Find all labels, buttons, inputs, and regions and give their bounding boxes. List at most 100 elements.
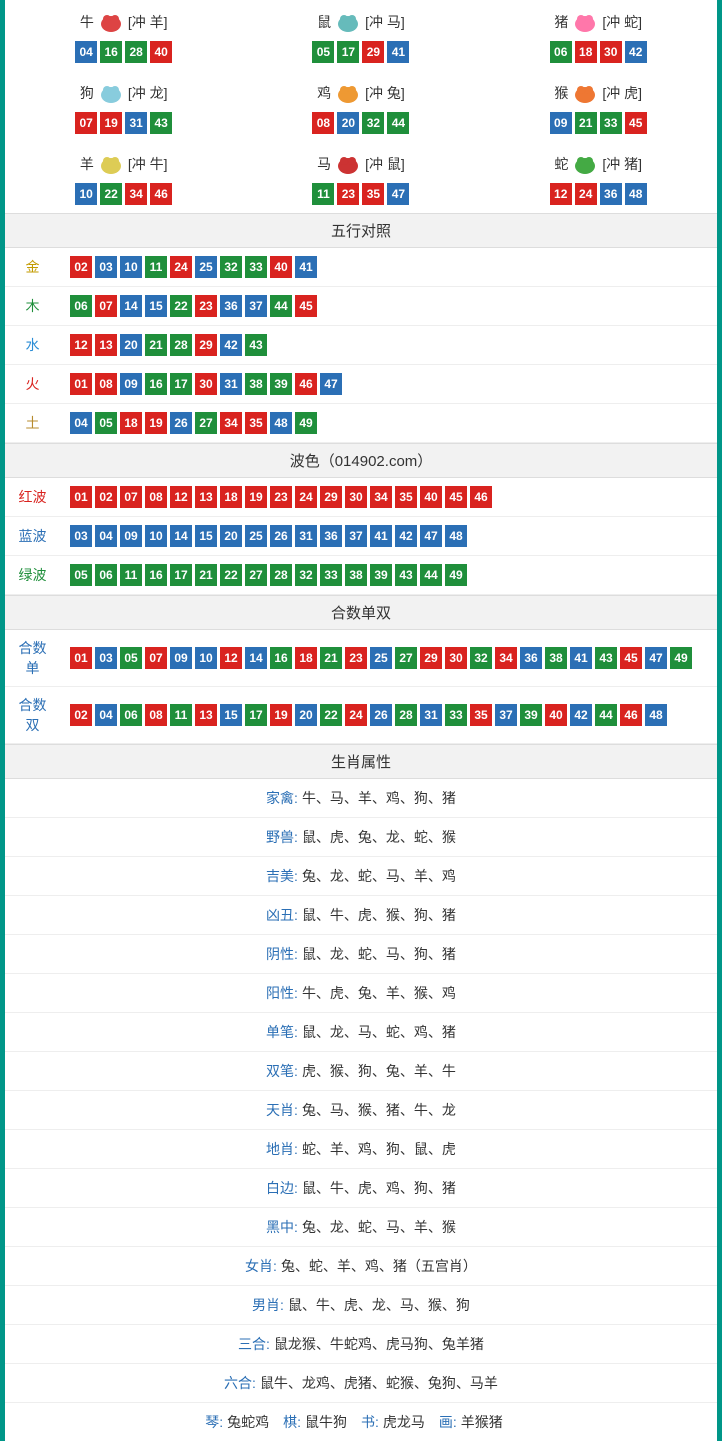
number-badge: 10 bbox=[75, 183, 97, 205]
number-badge: 21 bbox=[145, 334, 167, 356]
attr-row: 天肖:兔、马、猴、猪、牛、龙 bbox=[5, 1091, 717, 1130]
zodiac-icon bbox=[570, 81, 600, 105]
attr-row: 黑中:兔、龙、蛇、马、羊、猴 bbox=[5, 1208, 717, 1247]
row-numbers: 1213202128294243 bbox=[60, 326, 717, 365]
number-badge: 44 bbox=[595, 704, 617, 726]
number-badge: 39 bbox=[270, 373, 292, 395]
row-label: 火 bbox=[5, 365, 60, 404]
zodiac-cell: 猪[冲 蛇]06183042 bbox=[480, 0, 717, 71]
number-badge: 13 bbox=[195, 704, 217, 726]
number-badge: 43 bbox=[150, 112, 172, 134]
row-numbers: 05061116172122272832333839434449 bbox=[60, 556, 717, 595]
number-badge: 18 bbox=[295, 647, 317, 669]
number-badge: 27 bbox=[245, 564, 267, 586]
attr-label: 吉美: bbox=[266, 868, 298, 884]
number-badge: 09 bbox=[170, 647, 192, 669]
number-badge: 09 bbox=[120, 525, 142, 547]
attr-row: 女肖:兔、蛇、羊、鸡、猪（五宫肖） bbox=[5, 1247, 717, 1286]
number-badge: 14 bbox=[120, 295, 142, 317]
number-badge: 40 bbox=[420, 486, 442, 508]
number-badge: 29 bbox=[320, 486, 342, 508]
number-badge: 06 bbox=[550, 41, 572, 63]
number-badge: 22 bbox=[220, 564, 242, 586]
number-badge: 42 bbox=[625, 41, 647, 63]
row-label: 红波 bbox=[5, 478, 60, 517]
number-badge: 29 bbox=[362, 41, 384, 63]
number-badge: 35 bbox=[395, 486, 417, 508]
zodiac-name: 狗 bbox=[80, 83, 94, 103]
attr-label: 单笔: bbox=[266, 1024, 298, 1040]
attr-row: 双笔:虎、猴、狗、兔、羊、牛 bbox=[5, 1052, 717, 1091]
number-badge: 29 bbox=[195, 334, 217, 356]
number-badge: 25 bbox=[195, 256, 217, 278]
number-badge: 32 bbox=[362, 112, 384, 134]
attr-label: 黑中: bbox=[266, 1219, 298, 1235]
number-badge: 19 bbox=[270, 704, 292, 726]
row-numbers: 0204060811131517192022242628313335373940… bbox=[60, 687, 717, 744]
attr-row: 男肖:鼠、牛、虎、龙、马、猴、狗 bbox=[5, 1286, 717, 1325]
attr-row: 地肖:蛇、羊、鸡、狗、鼠、虎 bbox=[5, 1130, 717, 1169]
attr-label: 双笔: bbox=[266, 1063, 298, 1079]
number-badge: 34 bbox=[125, 183, 147, 205]
number-badge: 35 bbox=[245, 412, 267, 434]
number-badge: 43 bbox=[595, 647, 617, 669]
number-badge: 40 bbox=[545, 704, 567, 726]
number-badge: 41 bbox=[295, 256, 317, 278]
number-badge: 24 bbox=[170, 256, 192, 278]
number-badge: 03 bbox=[70, 525, 92, 547]
number-badge: 17 bbox=[245, 704, 267, 726]
zodiac-icon bbox=[333, 152, 363, 176]
number-badge: 25 bbox=[245, 525, 267, 547]
number-badge: 43 bbox=[395, 564, 417, 586]
number-badge: 20 bbox=[337, 112, 359, 134]
row-label: 水 bbox=[5, 326, 60, 365]
number-badge: 26 bbox=[170, 412, 192, 434]
row-numbers: 0102070812131819232429303435404546 bbox=[60, 478, 717, 517]
attr-row: 白边:鼠、牛、虎、鸡、狗、猪 bbox=[5, 1169, 717, 1208]
attr-label: 凶丑: bbox=[266, 907, 298, 923]
attr-row: 六合:鼠牛、龙鸡、虎猪、蛇猴、兔狗、马羊 bbox=[5, 1364, 717, 1403]
attrs-list: 家禽:牛、马、羊、鸡、狗、猪野兽:鼠、虎、兔、龙、蛇、猴吉美:兔、龙、蛇、马、羊… bbox=[5, 779, 717, 1403]
number-badge: 07 bbox=[75, 112, 97, 134]
number-badge: 16 bbox=[100, 41, 122, 63]
attr-value: 鼠、虎、兔、龙、蛇、猴 bbox=[302, 829, 456, 845]
number-badge: 01 bbox=[70, 486, 92, 508]
zodiac-clash: [冲 鼠] bbox=[365, 154, 405, 174]
attr-value: 兔、马、猴、猪、牛、龙 bbox=[302, 1102, 456, 1118]
number-badge: 39 bbox=[370, 564, 392, 586]
footer-label: 琴: bbox=[205, 1414, 223, 1430]
zodiac-cell: 牛[冲 羊]04162840 bbox=[5, 0, 242, 71]
zodiac-cell: 马[冲 鼠]11233547 bbox=[242, 142, 479, 213]
number-badge: 12 bbox=[70, 334, 92, 356]
number-badge: 20 bbox=[120, 334, 142, 356]
attr-value: 兔、龙、蛇、马、羊、鸡 bbox=[302, 868, 456, 884]
attr-label: 女肖: bbox=[245, 1258, 277, 1274]
zodiac-cell: 鼠[冲 马]05172941 bbox=[242, 0, 479, 71]
number-badge: 30 bbox=[195, 373, 217, 395]
zodiac-name: 鼠 bbox=[317, 12, 331, 32]
bose-header: 波色（014902.com） bbox=[5, 443, 717, 478]
number-badge: 33 bbox=[245, 256, 267, 278]
attr-row: 阴性:鼠、龙、蛇、马、狗、猪 bbox=[5, 935, 717, 974]
attr-row: 凶丑:鼠、牛、虎、猴、狗、猪 bbox=[5, 896, 717, 935]
number-badge: 37 bbox=[345, 525, 367, 547]
number-badge: 07 bbox=[145, 647, 167, 669]
footer-row: 琴:兔蛇鸡棋:鼠牛狗书:虎龙马画:羊猴猪 bbox=[5, 1403, 717, 1441]
number-badge: 03 bbox=[95, 647, 117, 669]
number-badge: 10 bbox=[195, 647, 217, 669]
row-numbers: 0103050709101214161821232527293032343638… bbox=[60, 630, 717, 687]
number-badge: 21 bbox=[195, 564, 217, 586]
number-badge: 21 bbox=[320, 647, 342, 669]
row-label: 合数单 bbox=[5, 630, 60, 687]
number-badge: 45 bbox=[625, 112, 647, 134]
heshu-header: 合数单双 bbox=[5, 595, 717, 630]
attr-value: 鼠、龙、马、蛇、鸡、猪 bbox=[302, 1024, 456, 1040]
attr-label: 白边: bbox=[266, 1180, 298, 1196]
number-badge: 30 bbox=[445, 647, 467, 669]
number-badge: 26 bbox=[370, 704, 392, 726]
number-badge: 23 bbox=[270, 486, 292, 508]
number-badge: 05 bbox=[120, 647, 142, 669]
number-badge: 48 bbox=[645, 704, 667, 726]
number-badge: 25 bbox=[370, 647, 392, 669]
zodiac-icon bbox=[333, 81, 363, 105]
